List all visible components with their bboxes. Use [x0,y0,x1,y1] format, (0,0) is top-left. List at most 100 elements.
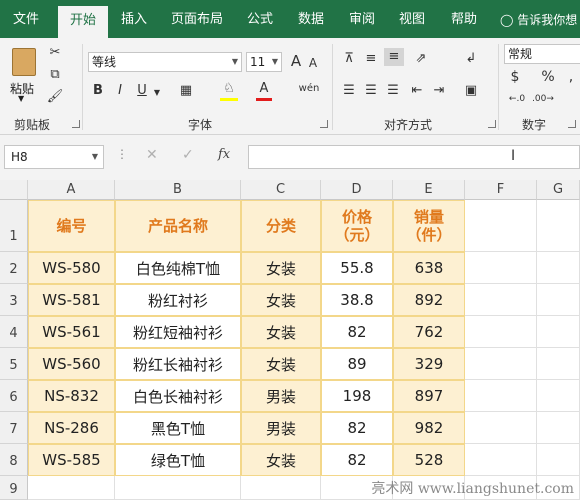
decrease-decimal-icon[interactable]: .00→ [532,90,554,108]
table-cell[interactable]: 女装 [241,444,321,476]
underline-button[interactable]: U [134,82,150,100]
increase-indent-icon[interactable]: ⇥ [430,82,448,100]
insert-function-icon[interactable]: fx [218,147,230,162]
table-cell[interactable]: WS-561 [28,316,115,348]
tab-file[interactable]: 文件 [4,0,48,38]
increase-decimal-icon[interactable]: ←.0 [506,90,528,108]
merge-center-icon[interactable]: ▣ [462,82,480,100]
table-cell[interactable]: 82 [321,444,393,476]
empty-cell[interactable] [537,444,580,476]
row-header[interactable]: 4 [0,316,28,348]
font-color-icon[interactable]: A [256,80,272,101]
dialog-launcher-icon[interactable] [488,120,496,128]
table-cell[interactable]: 黑色T恤 [115,412,241,444]
fill-color-icon[interactable]: ♘ [220,80,238,101]
column-header-g[interactable]: G [537,180,580,200]
enter-icon[interactable]: ✓ [182,147,194,163]
cancel-icon[interactable]: ✕ [146,147,158,163]
table-cell[interactable]: NS-286 [28,412,115,444]
empty-cell[interactable] [537,380,580,412]
empty-cell[interactable] [537,252,580,284]
empty-cell[interactable] [241,476,321,500]
table-cell[interactable]: 粉红长袖衬衫 [115,348,241,380]
table-cell[interactable]: 白色长袖衬衫 [115,380,241,412]
empty-cell[interactable] [28,476,115,500]
align-left-icon[interactable]: ☰ [340,82,358,100]
table-cell[interactable]: 女装 [241,316,321,348]
tab-page-layout[interactable]: 页面布局 [164,0,230,38]
tab-review[interactable]: 审阅 [342,0,382,38]
empty-cell[interactable] [537,200,580,252]
empty-cell[interactable] [465,412,537,444]
paste-button[interactable]: 粘贴 ▼ [6,44,42,104]
decrease-indent-icon[interactable]: ⇤ [408,82,426,100]
table-cell[interactable]: 粉红衬衫 [115,284,241,316]
table-cell[interactable]: 89 [321,348,393,380]
empty-cell[interactable] [465,348,537,380]
bold-button[interactable]: B [90,82,106,100]
table-header-cell[interactable]: 分类 [241,200,321,252]
percent-icon[interactable]: % [540,68,556,86]
table-cell[interactable]: WS-581 [28,284,115,316]
row-header[interactable]: 5 [0,348,28,380]
dialog-launcher-icon[interactable] [72,120,80,128]
table-cell[interactable]: WS-560 [28,348,115,380]
table-cell[interactable]: WS-585 [28,444,115,476]
italic-button[interactable]: I [112,82,128,100]
comma-style-icon[interactable]: , [566,68,576,86]
empty-cell[interactable] [537,284,580,316]
formula-input[interactable]: I [248,145,580,169]
row-header[interactable]: 1 [0,200,28,252]
borders-icon[interactable]: ▦ [178,82,194,100]
column-header-e[interactable]: E [393,180,465,200]
table-cell[interactable]: 638 [393,252,465,284]
empty-cell[interactable] [465,444,537,476]
empty-cell[interactable] [465,316,537,348]
table-cell[interactable]: 82 [321,412,393,444]
tell-me-box[interactable]: ◯ 告诉我你想 [500,0,577,38]
tab-home[interactable]: 开始 [58,6,108,38]
name-box[interactable]: H8 ▼ [4,145,104,169]
column-header-c[interactable]: C [241,180,321,200]
table-cell[interactable]: 198 [321,380,393,412]
cut-icon[interactable]: ✂ [46,44,64,62]
align-middle-icon[interactable]: ≡ [362,50,380,68]
table-header-cell[interactable]: 产品名称 [115,200,241,252]
table-cell[interactable]: 女装 [241,284,321,316]
decrease-font-icon[interactable]: A [306,54,320,72]
empty-cell[interactable] [465,200,537,252]
row-header[interactable]: 3 [0,284,28,316]
table-cell[interactable]: 82 [321,316,393,348]
copy-icon[interactable]: ⧉ [46,66,64,84]
align-bottom-icon[interactable]: ≡ [384,48,404,66]
font-size-select[interactable]: 11 ▼ [246,52,282,72]
format-painter-icon[interactable]: 🖌 [46,88,64,106]
table-header-cell[interactable]: 编号 [28,200,115,252]
font-name-select[interactable]: 等线 ▼ [88,52,242,72]
orientation-icon[interactable]: ⇗ [410,50,432,68]
empty-cell[interactable] [465,380,537,412]
empty-cell[interactable] [465,284,537,316]
tab-insert[interactable]: 插入 [112,0,156,38]
table-cell[interactable]: 绿色T恤 [115,444,241,476]
table-cell[interactable]: 38.8 [321,284,393,316]
empty-cell[interactable] [537,316,580,348]
row-header[interactable]: 8 [0,444,28,476]
table-header-cell[interactable]: 销量 （件） [393,200,465,252]
align-center-icon[interactable]: ☰ [362,82,380,100]
number-format-select[interactable]: 常规 [504,44,580,64]
table-cell[interactable]: 892 [393,284,465,316]
table-cell[interactable]: 男装 [241,380,321,412]
currency-icon[interactable]: $ [508,68,522,86]
table-cell[interactable]: 白色纯棉T恤 [115,252,241,284]
align-top-icon[interactable]: ⊼ [340,50,358,68]
tab-help[interactable]: 帮助 [444,0,484,38]
chevron-down-icon[interactable]: ▼ [152,84,162,102]
table-cell[interactable]: 329 [393,348,465,380]
table-cell[interactable]: 粉红短袖衬衫 [115,316,241,348]
table-cell[interactable]: 55.8 [321,252,393,284]
row-header[interactable]: 9 [0,476,28,500]
spreadsheet-grid[interactable]: A B C D E F G 123456789 编号 产品名称 分类 价格 （元） 销量（… [0,180,580,500]
table-cell[interactable]: 女装 [241,252,321,284]
table-cell[interactable]: 男装 [241,412,321,444]
